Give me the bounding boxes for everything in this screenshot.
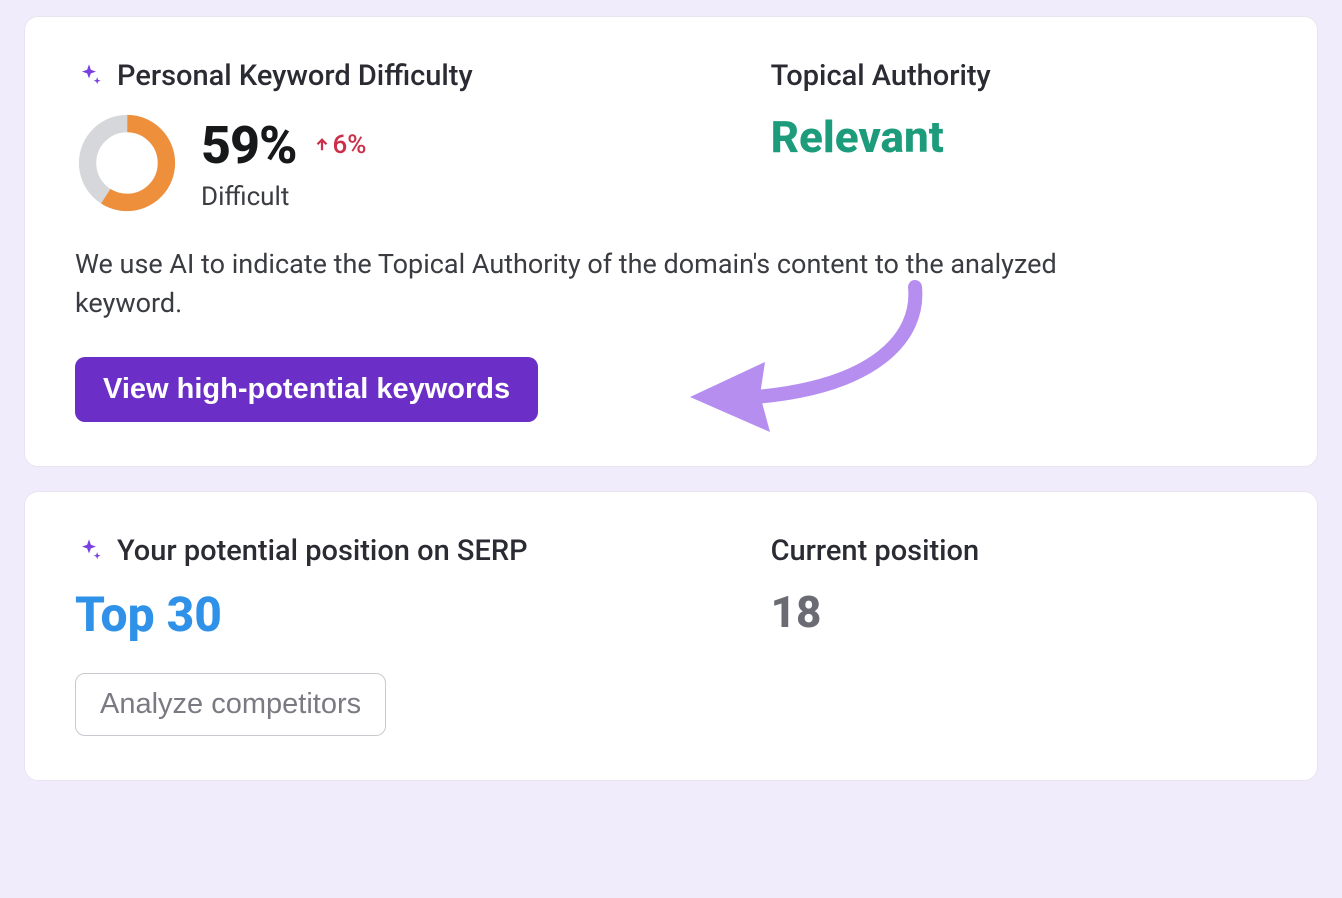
arrow-up-icon (313, 136, 331, 154)
pkd-values: 59% 6% Difficult (201, 115, 366, 212)
pkd-delta-value: 6% (333, 130, 367, 160)
pkd-delta: 6% (313, 130, 367, 160)
card1-row: Personal Keyword Difficulty 59% 6% (75, 59, 1267, 215)
pkd-percent-row: 59% 6% (201, 115, 366, 176)
sparkle-icon (75, 62, 103, 90)
card-keyword-difficulty: Personal Keyword Difficulty 59% 6% (24, 16, 1318, 467)
pkd-title: Personal Keyword Difficulty (117, 59, 473, 93)
cta-row: View high-potential keywords (75, 357, 1267, 422)
view-keywords-button[interactable]: View high-potential keywords (75, 357, 538, 422)
difficulty-donut-icon (75, 111, 179, 215)
ta-title: Topical Authority (771, 59, 1267, 93)
pkd-difficulty-label: Difficult (201, 182, 366, 212)
current-title: Current position (771, 534, 1267, 568)
pkd-meter: 59% 6% Difficult (75, 111, 731, 215)
analyze-competitors-button[interactable]: Analyze competitors (75, 673, 386, 736)
pkd-column: Personal Keyword Difficulty 59% 6% (75, 59, 731, 215)
potential-value: Top 30 (75, 586, 731, 643)
current-value: 18 (771, 586, 1267, 638)
ta-value: Relevant (771, 111, 1267, 163)
potential-column: Your potential position on SERP Top 30 A… (75, 534, 731, 736)
card2-row: Your potential position on SERP Top 30 A… (75, 534, 1267, 736)
ta-column: Topical Authority Relevant (771, 59, 1267, 215)
potential-title: Your potential position on SERP (117, 534, 528, 568)
card-serp-position: Your potential position on SERP Top 30 A… (24, 491, 1318, 781)
pkd-title-row: Personal Keyword Difficulty (75, 59, 731, 93)
potential-title-row: Your potential position on SERP (75, 534, 731, 568)
ta-description: We use AI to indicate the Topical Author… (75, 245, 1125, 323)
pkd-percent: 59% (201, 115, 297, 176)
current-column: Current position 18 (771, 534, 1267, 736)
sparkle-icon (75, 537, 103, 565)
